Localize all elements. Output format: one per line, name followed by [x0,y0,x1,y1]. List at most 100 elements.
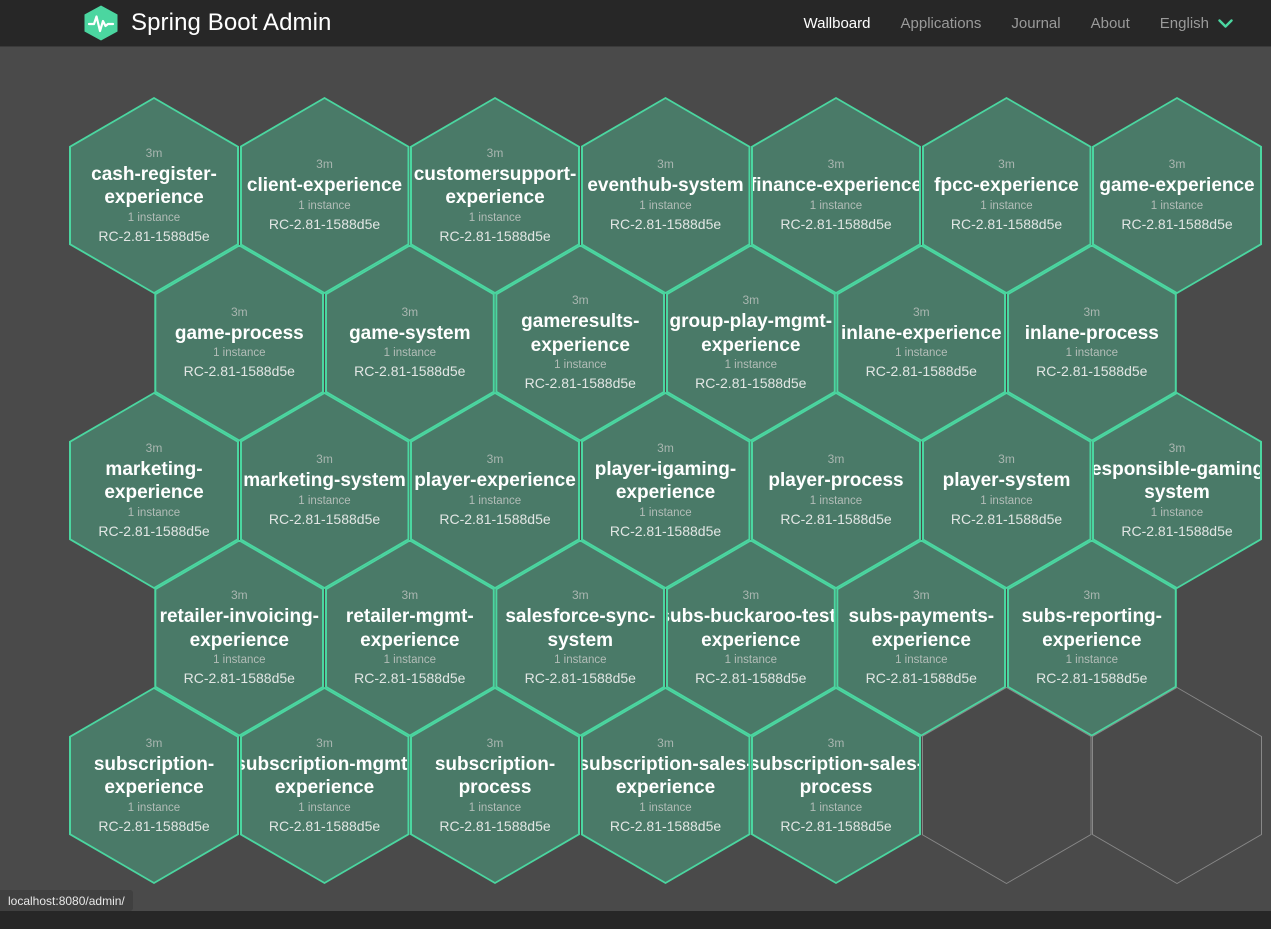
application-name: subs-buckaroo-test-experience [659,606,843,651]
application-name: game-process [174,322,304,344]
application-name: retailer-invoicing-experience [159,606,319,651]
brand-title: Spring Boot Admin [131,9,332,36]
application-version: RC-2.81-1588d5e [1036,363,1148,380]
application-name: subscription-sales-process [748,753,924,799]
application-uptime: 3m [657,735,674,750]
application-uptime: 3m [486,145,504,160]
application-instance-count: 1 instance [213,654,266,666]
application-name: game-system [349,322,471,344]
application-name: inlane-experience [841,322,1002,344]
application-uptime: 3m [486,735,504,750]
application-uptime: 3m [571,588,589,602]
application-instance-count: 1 instance [554,654,607,666]
application-instance-count: 1 instance [468,801,522,814]
application-name: subscription-experience [93,753,215,799]
application-uptime: 3m [316,735,333,750]
application-name: marketing-system [243,470,406,492]
application-uptime: 3m [230,304,248,319]
application-instance-count: 1 instance [895,347,948,360]
application-uptime: 3m [486,452,504,467]
application-instance-count: 1 instance [724,654,778,666]
application-name: subscription-mgmt-experience [235,753,414,799]
application-instance-count: 1 instance [383,654,437,666]
application-uptime: 3m [1168,157,1186,172]
application-instance-count: 1 instance [468,494,522,507]
browser-bottom-bar [0,911,1271,929]
application-version: RC-2.81-1588d5e [609,522,722,539]
application-name: cash-register-experience [91,163,217,209]
application-name: responsible-gaming-system [1083,458,1271,504]
application-instance-count: 1 instance [639,199,692,212]
nav-item-journal[interactable]: Journal [996,15,1075,32]
application-version: RC-2.81-1588d5e [98,817,210,834]
application-uptime: 3m [401,304,419,319]
application-version: RC-2.81-1588d5e [695,670,807,686]
language-selector-label: English [1159,14,1209,32]
application-instance-count: 1 instance [1150,199,1204,212]
application-name: player-system [942,470,1071,492]
application-version: RC-2.81-1588d5e [524,670,636,686]
application-instance-count: 1 instance [809,494,863,507]
application-uptime: 3m [742,293,760,307]
application-uptime: 3m [912,304,930,319]
nav-item-applications[interactable]: Applications [886,15,997,32]
application-name: game-experience [1099,175,1255,197]
application-instance-count: 1 instance [809,801,863,814]
application-version: RC-2.81-1588d5e [183,363,295,380]
application-uptime: 3m [657,440,674,455]
application-instance-count: 1 instance [980,494,1033,507]
application-instance-count: 1 instance [213,347,266,360]
application-instance-count: 1 instance [809,199,863,212]
application-name: gameresults-experience [521,311,640,356]
chevron-down-icon [1218,18,1233,28]
application-instance-count: 1 instance [298,199,351,212]
application-name: eventhub-system [587,175,744,197]
wallboard-hex-grid: 3m cash-register-experience 1 instance RC-2… [0,47,1271,929]
browser-status-bar: localhost:8080/admin/ [0,890,133,911]
application-version: RC-2.81-1588d5e [695,375,807,391]
application-name: subs-reporting-experience [1021,606,1162,651]
application-name: marketing-experience [104,458,204,504]
application-uptime: 3m [827,452,845,467]
application-uptime: 3m [1083,588,1101,602]
application-version: RC-2.81-1588d5e [780,215,892,232]
application-name: group-play-mgmt-experience [669,311,833,356]
application-name: player-igaming-experience [594,458,737,504]
application-version: RC-2.81-1588d5e [1036,670,1148,686]
application-version: RC-2.81-1588d5e [98,227,210,244]
application-instance-count: 1 instance [895,654,948,666]
application-name: subs-payments-experience [848,606,995,651]
application-instance-count: 1 instance [383,347,437,360]
application-version: RC-2.81-1588d5e [439,227,551,244]
application-instance-count: 1 instance [127,211,181,224]
application-uptime: 3m [401,588,419,602]
application-name: subscription-process [434,753,556,799]
nav-item-about[interactable]: About [1076,15,1145,32]
application-uptime: 3m [145,735,163,750]
application-uptime: 3m [1168,440,1186,455]
nav-item-wallboard[interactable]: Wallboard [789,15,886,32]
application-version: RC-2.81-1588d5e [609,817,722,834]
application-version: RC-2.81-1588d5e [865,363,977,380]
application-uptime: 3m [998,157,1015,172]
application-name: salesforce-sync-system [505,606,656,651]
application-version: RC-2.81-1588d5e [780,510,892,527]
application-name: player-process [768,470,904,492]
application-uptime: 3m [571,293,589,307]
application-instance-count: 1 instance [298,801,351,814]
application-name: customersupport-experience [413,163,577,209]
application-instance-count: 1 instance [1065,654,1119,666]
application-instance-count: 1 instance [1150,506,1204,519]
application-instance-count: 1 instance [724,359,778,371]
application-instance-count: 1 instance [298,494,351,507]
brand-home-link[interactable]: Spring Boot Admin [84,5,332,41]
application-instance-count: 1 instance [468,211,522,224]
application-uptime: 3m [316,157,333,172]
application-uptime: 3m [316,452,333,467]
application-uptime: 3m [827,735,845,750]
application-instance-count: 1 instance [639,801,692,814]
application-uptime: 3m [230,588,248,602]
spring-boot-admin-logo [84,5,118,41]
application-instance-count: 1 instance [127,506,181,519]
language-selector[interactable]: English [1145,15,1243,32]
